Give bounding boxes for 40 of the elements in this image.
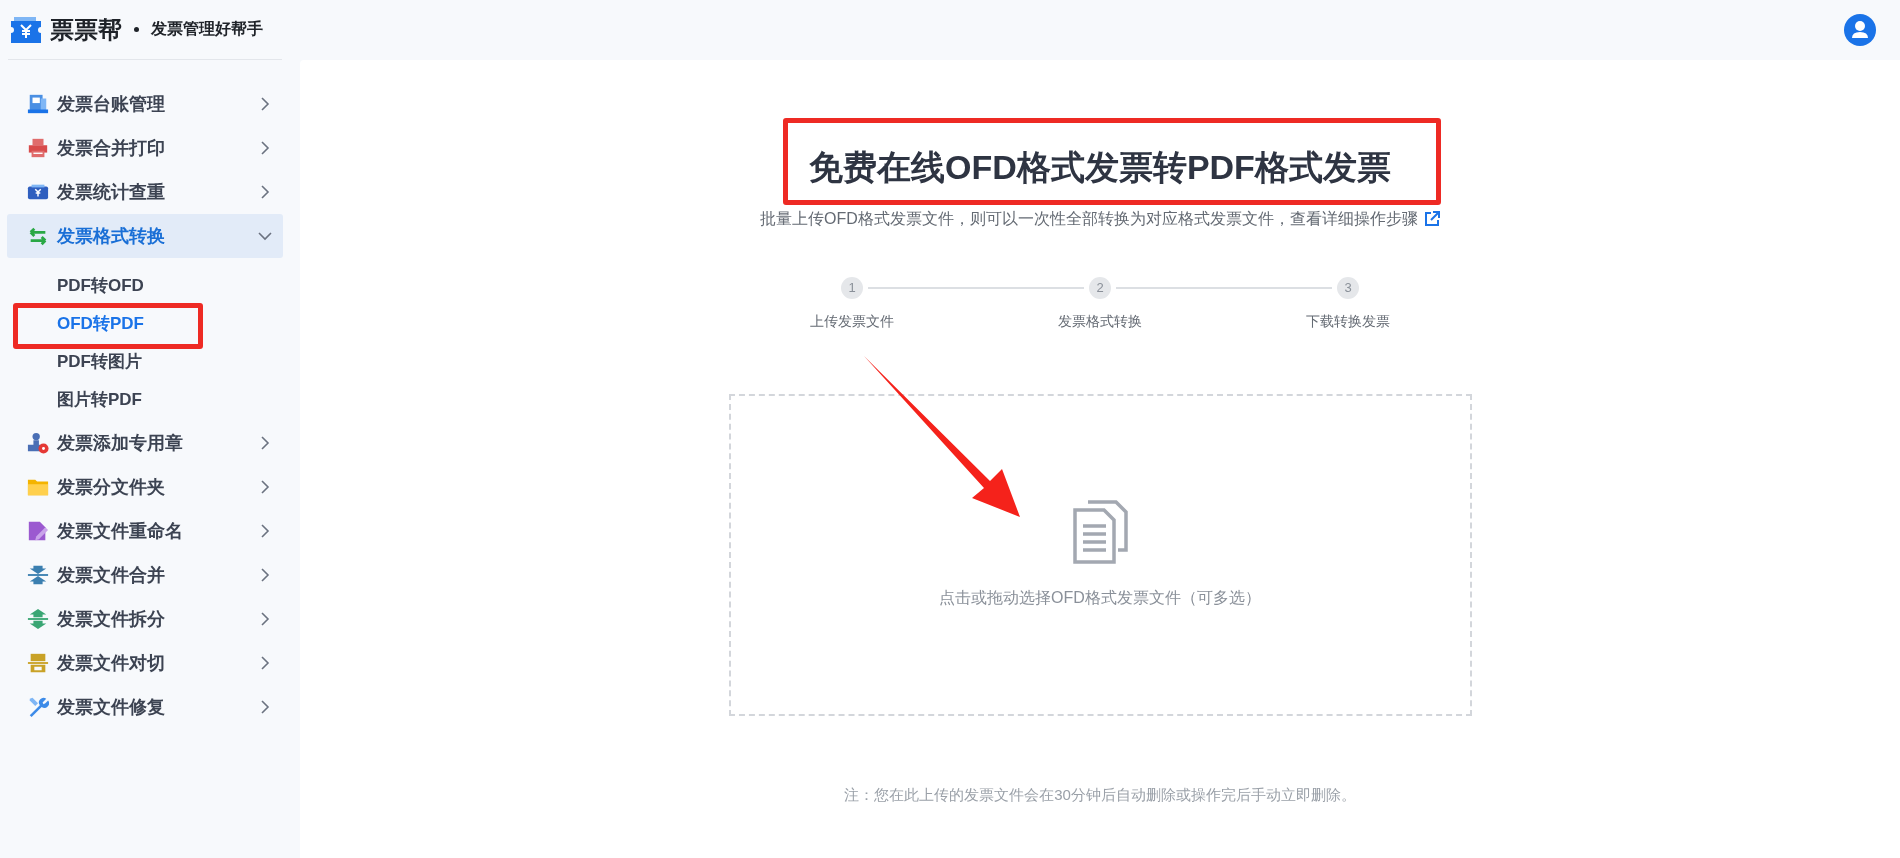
- step-label: 下载转换发票: [1306, 312, 1390, 331]
- step-number: 1: [841, 277, 863, 299]
- stamp-icon: [27, 432, 49, 454]
- menu-item[interactable]: 发票文件合并: [7, 553, 283, 597]
- printer-icon: [27, 137, 49, 159]
- cut-icon: [27, 652, 49, 674]
- merge-icon: [27, 564, 49, 586]
- ticket-logo-icon: [10, 15, 42, 44]
- submenu-item[interactable]: OFD转PDF: [7, 305, 152, 343]
- menu-item[interactable]: 发票文件修复: [7, 685, 283, 729]
- step-label: 上传发票文件: [810, 312, 894, 331]
- external-link-icon[interactable]: [1423, 211, 1440, 227]
- brand-name: 票票帮: [50, 14, 122, 45]
- page-title: 免费在线OFD格式发票转PDF格式发票: [809, 147, 1391, 188]
- menu-item[interactable]: 发票合并打印: [7, 126, 283, 170]
- brand-tagline: 发票管理好帮手: [151, 19, 263, 39]
- deletion-note: 注：您在此上传的发票文件会在30分钟后自动删除或操作完后手动立即删除。: [844, 785, 1356, 805]
- submenu-item[interactable]: PDF转图片: [7, 343, 150, 381]
- submenu-item[interactable]: PDF转OFD: [7, 267, 152, 305]
- page-description: 批量上传OFD格式发票文件，则可以一次性全部转换为对应格式发票文件，查看详细操作步骤: [760, 208, 1418, 229]
- split-icon: [27, 608, 49, 630]
- menu-item[interactable]: 发票文件对切: [7, 641, 283, 685]
- documents-icon: [1072, 500, 1128, 564]
- menu-item[interactable]: 发票文件拆分: [7, 597, 283, 641]
- swap-arrows-icon: [27, 225, 49, 247]
- menu-item[interactable]: 发票分文件夹: [7, 465, 283, 509]
- upload-hint: 点击或拖动选择OFD格式发票文件（可多选）: [939, 588, 1261, 608]
- submenu-item[interactable]: 图片转PDF: [7, 381, 150, 419]
- menu-item[interactable]: 发票文件重命名: [7, 509, 283, 553]
- menu-item[interactable]: 发票台账管理: [7, 82, 283, 126]
- user-avatar-icon[interactable]: [1844, 14, 1876, 46]
- step-number: 2: [1089, 277, 1111, 299]
- step-number: 3: [1337, 277, 1359, 299]
- menu-item[interactable]: 发票统计查重: [7, 170, 283, 214]
- wrench-icon: [27, 696, 49, 718]
- rename-icon: [27, 520, 49, 542]
- step-label: 发票格式转换: [1058, 312, 1142, 331]
- ledger-icon: [27, 93, 49, 115]
- menu-item[interactable]: 发票格式转换: [7, 214, 283, 258]
- menu-item[interactable]: 发票添加专用章: [7, 421, 283, 465]
